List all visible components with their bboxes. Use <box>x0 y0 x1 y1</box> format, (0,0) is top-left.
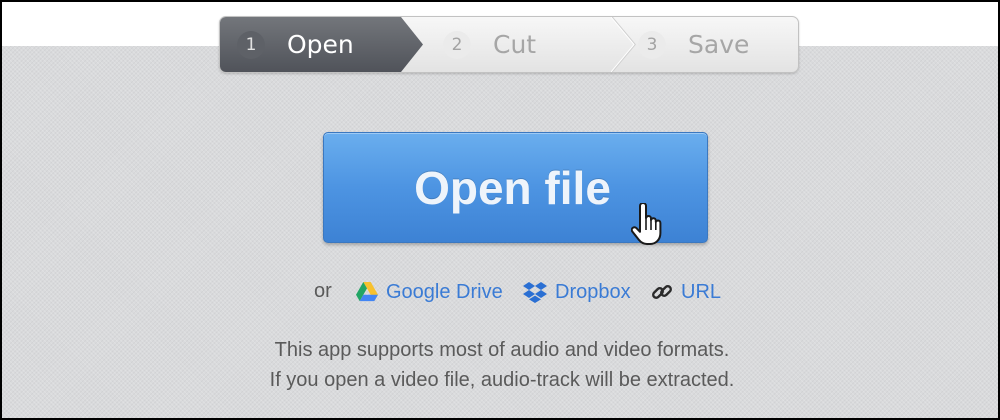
dropbox-icon <box>523 282 547 303</box>
google-drive-link[interactable]: Google Drive <box>356 278 503 306</box>
hand-pointer-icon <box>631 203 662 245</box>
step-label: Cut <box>493 30 537 59</box>
info-line-1: This app supports most of audio and vide… <box>274 339 730 361</box>
step-number: 1 <box>237 30 265 59</box>
file-sources: or Google Drive Dropbox URL <box>2 278 998 306</box>
step-label: Open <box>287 30 354 59</box>
step-label: Save <box>688 30 750 59</box>
url-link[interactable]: URL <box>651 278 721 306</box>
link-icon <box>652 285 672 299</box>
dropbox-label: Dropbox <box>555 280 631 303</box>
step-number: 3 <box>638 30 666 59</box>
or-label: or <box>314 280 332 302</box>
google-drive-icon <box>356 282 378 302</box>
app-frame: 1 Open 2 Cut 3 Save Open file or Google … <box>0 0 1000 420</box>
step-save[interactable]: 3 Save <box>616 17 798 72</box>
step-cut[interactable]: 2 Cut <box>406 17 621 72</box>
step-number: 2 <box>443 30 471 59</box>
dropbox-link[interactable]: Dropbox <box>523 278 631 306</box>
supported-formats-info: This app supports most of audio and vide… <box>2 335 998 395</box>
url-label: URL <box>681 280 722 303</box>
google-drive-label: Google Drive <box>386 280 503 303</box>
step-navigation: 1 Open 2 Cut 3 Save <box>219 16 799 73</box>
step-open[interactable]: 1 Open <box>220 17 423 72</box>
info-line-2: If you open a video file, audio-track wi… <box>269 369 735 391</box>
